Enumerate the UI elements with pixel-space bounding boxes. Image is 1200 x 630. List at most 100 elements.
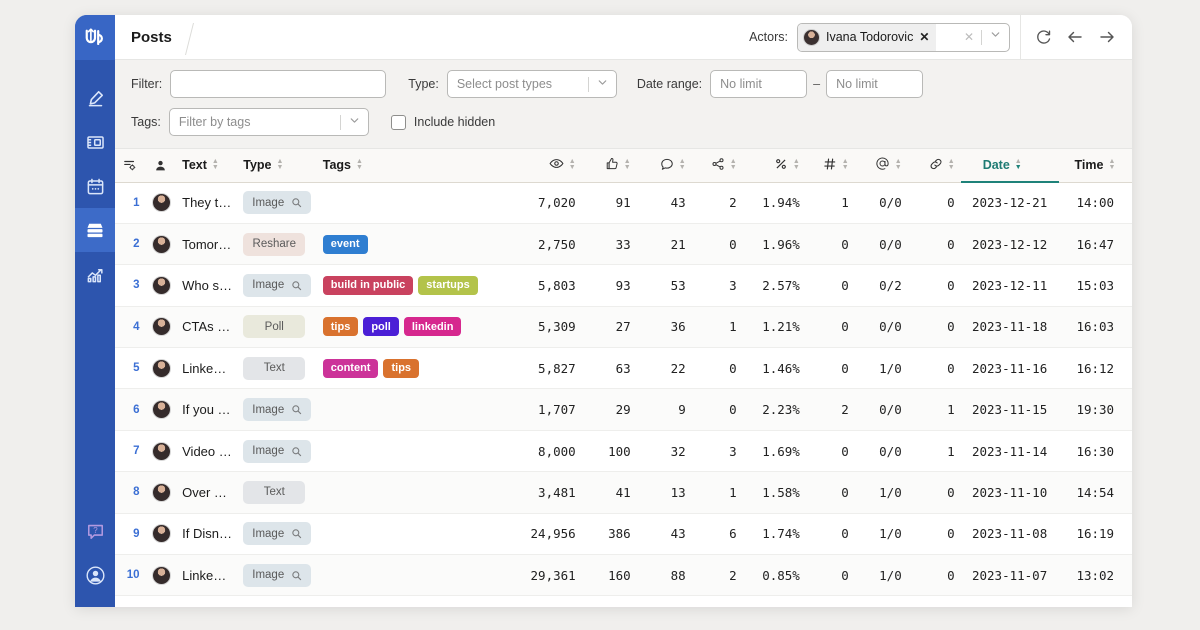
sort-toggle[interactable]: ▲▼: [1015, 159, 1022, 171]
col-time[interactable]: Time ▲▼: [1059, 149, 1132, 182]
search-icon[interactable]: [291, 197, 302, 208]
sidebar-item-templates[interactable]: [75, 120, 115, 164]
row-text-cell[interactable]: Linke…: [176, 348, 237, 389]
chevron-down-icon[interactable]: [989, 28, 1002, 46]
sidebar-item-help[interactable]: ?: [75, 509, 115, 553]
row-text-cell[interactable]: Over …: [176, 472, 237, 513]
col-text[interactable]: Text ▲▼: [176, 149, 237, 182]
date-from-input[interactable]: No limit: [710, 70, 807, 98]
tag-badge[interactable]: tips: [323, 317, 359, 336]
search-icon[interactable]: [291, 404, 302, 415]
row-text-cell[interactable]: If Disn…: [176, 513, 237, 554]
row-text-cell[interactable]: Linke…: [176, 555, 237, 596]
post-type-select[interactable]: Select post types: [447, 70, 617, 98]
search-icon[interactable]: [291, 570, 302, 581]
up-logo[interactable]: [75, 15, 115, 60]
row-text-cell[interactable]: Who s…: [176, 265, 237, 306]
sidebar-item-analytics[interactable]: [75, 252, 115, 296]
col-shares[interactable]: ▲▼: [692, 149, 743, 182]
post-type-badge[interactable]: Image: [243, 398, 311, 421]
tag-badge[interactable]: build in public: [323, 276, 414, 295]
date-to-input[interactable]: No limit: [826, 70, 923, 98]
row-text-cell[interactable]: CTAs …: [176, 306, 237, 347]
sort-toggle[interactable]: ▲▼: [569, 159, 576, 171]
col-type[interactable]: Type ▲▼: [237, 149, 316, 182]
tab-posts[interactable]: Posts: [115, 15, 192, 59]
post-type-badge[interactable]: Image: [243, 440, 311, 463]
actor-chip[interactable]: Ivana Todorovic ✕: [798, 24, 936, 51]
search-input[interactable]: [170, 70, 386, 98]
actors-select[interactable]: Ivana Todorovic ✕ ✕: [797, 23, 1010, 52]
sort-toggle[interactable]: ▲▼: [624, 159, 631, 171]
row-text-cell[interactable]: Video …: [176, 430, 237, 471]
sort-toggle[interactable]: ▲▼: [895, 159, 902, 171]
post-type-badge[interactable]: Poll: [243, 315, 305, 338]
sort-toggle[interactable]: ▲▼: [793, 159, 800, 171]
chevron-down-icon[interactable]: [348, 114, 361, 130]
col-links[interactable]: ▲▼: [908, 149, 961, 182]
tag-badge[interactable]: startups: [418, 276, 477, 295]
col-tags[interactable]: Tags ▲▼: [317, 149, 509, 182]
post-type-badge[interactable]: Reshare: [243, 233, 305, 256]
sort-toggle[interactable]: ▲▼: [277, 159, 284, 171]
sort-toggle[interactable]: ▲▼: [842, 159, 849, 171]
search-icon[interactable]: [291, 446, 302, 457]
sidebar-item-calendar[interactable]: [75, 164, 115, 208]
tag-badge[interactable]: event: [323, 235, 368, 254]
row-comments: 32: [637, 430, 692, 471]
table-row[interactable]: 4 CTAs … Poll tipspolllinkedin 5,309 27 …: [115, 306, 1132, 347]
close-icon[interactable]: ✕: [919, 31, 929, 43]
table-row[interactable]: 8 Over … Text 3,481 41 13 1 1.58% 0 1/0 …: [115, 472, 1132, 513]
table-row[interactable]: 6 If you … Image 1,707 29 9 0 2.23% 2 0/…: [115, 389, 1132, 430]
search-icon[interactable]: [291, 528, 302, 539]
row-text-cell[interactable]: Tomor…: [176, 223, 237, 264]
sort-toggle[interactable]: ▲▼: [730, 159, 737, 171]
sidebar-item-posts[interactable]: [75, 208, 115, 252]
sort-toggle[interactable]: ▲▼: [356, 159, 363, 171]
tag-badge[interactable]: tips: [383, 359, 419, 378]
include-hidden-toggle[interactable]: Include hidden: [391, 115, 495, 130]
tag-badge[interactable]: linkedin: [404, 317, 462, 336]
table-row[interactable]: 1 They t… Image 7,020 91 43 2 1.94% 1 0/…: [115, 182, 1132, 223]
post-type-badge[interactable]: Image: [243, 522, 311, 545]
table-row[interactable]: 7 Video … Image 8,000 100 32 3 1.69% 0 0…: [115, 430, 1132, 471]
post-type-badge[interactable]: Image: [243, 274, 311, 297]
sidebar-item-compose[interactable]: [75, 76, 115, 120]
search-icon[interactable]: [291, 280, 302, 291]
post-type-badge[interactable]: Image: [243, 564, 311, 587]
refresh-icon[interactable]: [1035, 29, 1052, 46]
sort-toggle[interactable]: ▲▼: [212, 159, 219, 171]
table-row[interactable]: 5 Linke… Text contenttips 5,827 63 22 0 …: [115, 348, 1132, 389]
post-type-badge[interactable]: Text: [243, 357, 305, 380]
table-row[interactable]: 10 Linke… Image 29,361 160 88 2 0.85% 0 …: [115, 555, 1132, 596]
col-rate[interactable]: ▲▼: [743, 149, 806, 182]
tag-badge[interactable]: poll: [363, 317, 399, 336]
sidebar-item-account[interactable]: [75, 553, 115, 597]
post-type-badge[interactable]: Text: [243, 481, 305, 504]
arrow-left-icon[interactable]: [1066, 28, 1084, 46]
clear-icon[interactable]: ✕: [964, 30, 974, 44]
post-type-badge[interactable]: Image: [243, 191, 311, 214]
tags-select[interactable]: Filter by tags: [169, 108, 369, 136]
include-hidden-checkbox[interactable]: [391, 115, 406, 130]
table-row[interactable]: 3 Who s… Image build in publicstartups 5…: [115, 265, 1132, 306]
svg-text:?: ?: [93, 526, 98, 535]
col-mentions[interactable]: ▲▼: [855, 149, 908, 182]
col-settings[interactable]: [115, 149, 146, 182]
table-row[interactable]: 9 If Disn… Image 24,956 386 43 6 1.74% 0…: [115, 513, 1132, 554]
chevron-down-icon[interactable]: [596, 76, 609, 92]
table-row[interactable]: 2 Tomor… Reshare event 2,750 33 21 0 1.9…: [115, 223, 1132, 264]
col-comments[interactable]: ▲▼: [637, 149, 692, 182]
sort-toggle[interactable]: ▲▼: [1108, 159, 1115, 171]
row-text-cell[interactable]: They t…: [176, 182, 237, 223]
tag-badge[interactable]: content: [323, 359, 379, 378]
col-likes[interactable]: ▲▼: [582, 149, 637, 182]
col-views[interactable]: ▲▼: [508, 149, 581, 182]
col-date[interactable]: Date ▲▼: [961, 149, 1059, 182]
sort-toggle[interactable]: ▲▼: [679, 159, 686, 171]
arrow-right-icon[interactable]: [1098, 28, 1116, 46]
row-text-cell[interactable]: If you …: [176, 389, 237, 430]
list-settings-icon[interactable]: [121, 158, 140, 172]
sort-toggle[interactable]: ▲▼: [948, 159, 955, 171]
col-hashtags[interactable]: ▲▼: [806, 149, 855, 182]
